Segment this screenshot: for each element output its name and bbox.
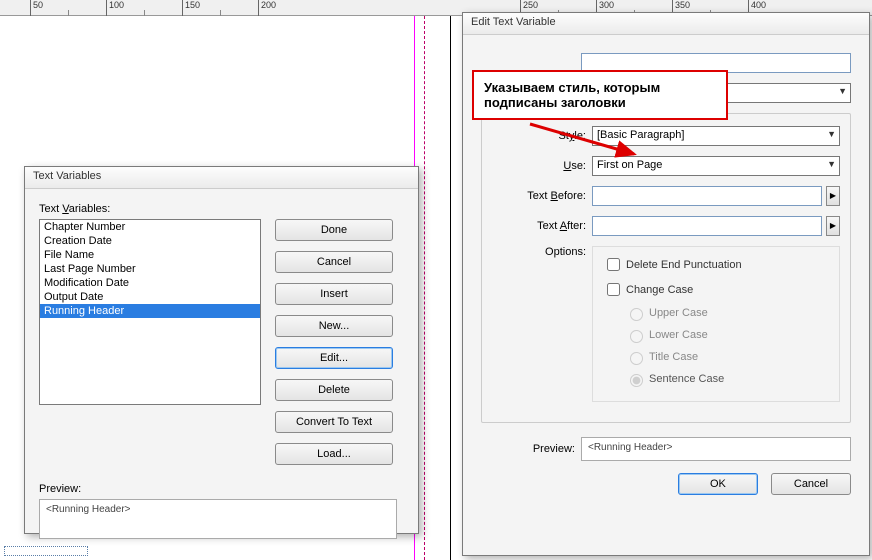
- margin-guide: [424, 16, 425, 560]
- new-button[interactable]: New...: [275, 315, 393, 337]
- preview-label: Preview:: [39, 483, 404, 495]
- list-item[interactable]: Creation Date: [40, 234, 260, 248]
- use-label: Use:: [492, 160, 592, 172]
- style-dropdown[interactable]: [Basic Paragraph] ▼: [592, 126, 840, 146]
- dropdown-value: [Basic Paragraph]: [597, 129, 684, 141]
- text-variables-dialog: Text Variables Text Variables: Chapter N…: [24, 166, 419, 534]
- page-edge: [450, 16, 451, 560]
- cancel-button[interactable]: Cancel: [275, 251, 393, 273]
- cancel-button[interactable]: Cancel: [771, 473, 851, 495]
- option-label: Delete End Punctuation: [626, 259, 742, 271]
- done-button[interactable]: Done: [275, 219, 393, 241]
- load-button[interactable]: Load...: [275, 443, 393, 465]
- list-item[interactable]: Running Header: [40, 304, 260, 318]
- delete-button[interactable]: Delete: [275, 379, 393, 401]
- upper-case-radio: [630, 308, 643, 321]
- list-item[interactable]: Modification Date: [40, 276, 260, 290]
- change-case-checkbox[interactable]: [607, 283, 620, 296]
- ok-button[interactable]: OK: [678, 473, 758, 495]
- preview-label: Preview:: [481, 443, 581, 455]
- use-dropdown[interactable]: First on Page ▼: [592, 156, 840, 176]
- insert-button[interactable]: Insert: [275, 283, 393, 305]
- ruler-tick: 150: [182, 0, 200, 16]
- list-item[interactable]: Output Date: [40, 290, 260, 304]
- sentence-case-radio: [630, 374, 643, 387]
- option-label: Change Case: [626, 284, 693, 296]
- text-after-menu-button[interactable]: ▶: [826, 216, 840, 236]
- option-label: Upper Case: [649, 307, 708, 319]
- style-label: Style:: [492, 130, 592, 142]
- text-before-label: Text Before:: [492, 190, 592, 202]
- text-before-menu-button[interactable]: ▶: [826, 186, 840, 206]
- text-before-field[interactable]: [592, 186, 822, 206]
- dropdown-value: First on Page: [597, 159, 662, 171]
- ruler-tick: 100: [106, 0, 124, 16]
- edit-button[interactable]: Edit...: [275, 347, 393, 369]
- ruler-tick: 200: [258, 0, 276, 16]
- convert-to-text-button[interactable]: Convert To Text: [275, 411, 393, 433]
- ruler-tick: 50: [30, 0, 43, 16]
- options-box: Delete End Punctuation Change Case Upper…: [592, 246, 840, 402]
- annotation-callout: Указываем стиль, которым подписаны загол…: [472, 70, 728, 120]
- text-after-label: Text After:: [492, 220, 592, 232]
- dialog-title: Edit Text Variable: [463, 13, 869, 35]
- chevron-down-icon: ▼: [827, 159, 836, 169]
- title-case-radio: [630, 352, 643, 365]
- dialog-title: Text Variables: [25, 167, 418, 189]
- option-label: Sentence Case: [649, 373, 724, 385]
- delete-end-punct-checkbox[interactable]: [607, 258, 620, 271]
- preview-box: <Running Header>: [581, 437, 851, 461]
- chevron-down-icon: ▼: [838, 86, 847, 96]
- list-item[interactable]: Last Page Number: [40, 262, 260, 276]
- option-label: Title Case: [649, 351, 698, 363]
- list-item[interactable]: File Name: [40, 248, 260, 262]
- option-label: Lower Case: [649, 329, 708, 341]
- variables-listbox[interactable]: Chapter Number Creation Date File Name L…: [39, 219, 261, 405]
- list-item[interactable]: Chapter Number: [40, 220, 260, 234]
- variable-options-group: Style: [Basic Paragraph] ▼ Use: First on…: [481, 113, 851, 423]
- chevron-down-icon: ▼: [827, 129, 836, 139]
- options-label: Options:: [492, 246, 592, 258]
- preview-box: <Running Header>: [39, 499, 397, 539]
- lower-case-radio: [630, 330, 643, 343]
- text-after-field[interactable]: [592, 216, 822, 236]
- list-label: Text Variables:: [39, 203, 404, 215]
